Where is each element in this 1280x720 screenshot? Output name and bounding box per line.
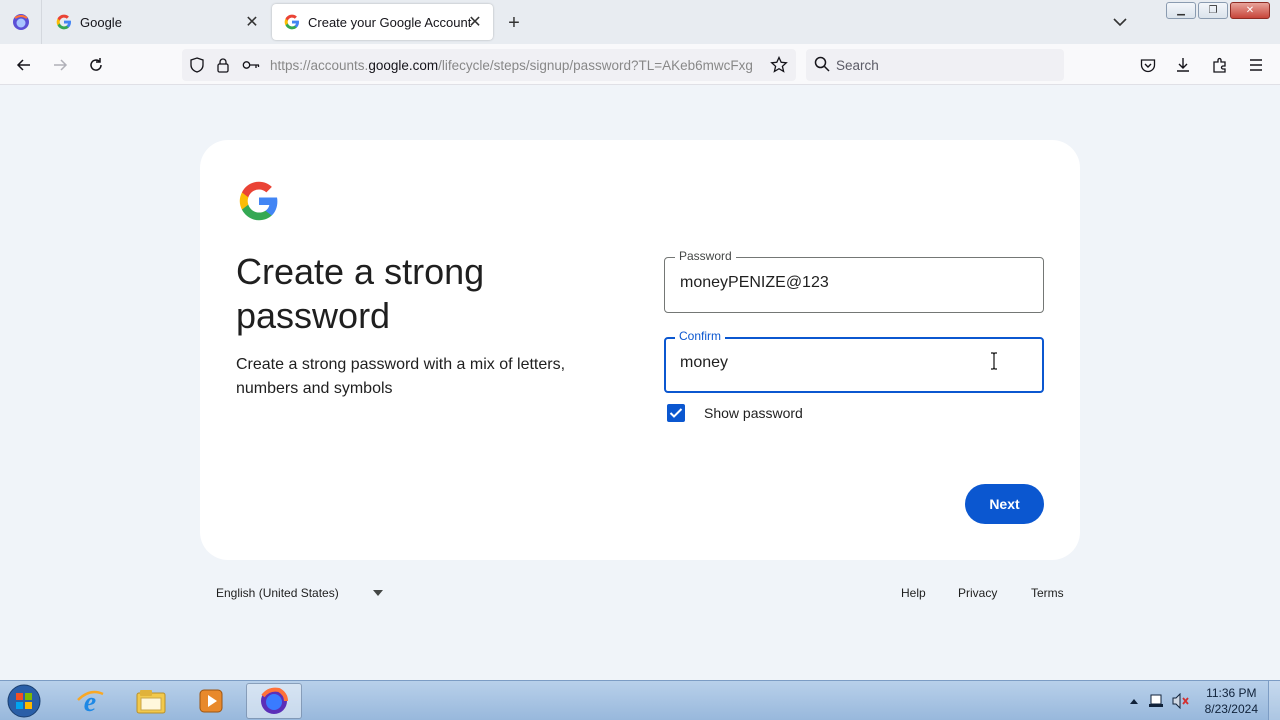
- list-all-tabs-icon[interactable]: [1110, 12, 1130, 32]
- downloads-icon[interactable]: [1170, 52, 1196, 78]
- reload-icon[interactable]: [83, 52, 109, 78]
- text-cursor-icon: [991, 352, 997, 370]
- start-button[interactable]: [4, 683, 44, 719]
- password-input[interactable]: [680, 274, 1020, 292]
- next-button[interactable]: Next: [965, 484, 1044, 524]
- confirm-input[interactable]: [680, 354, 1020, 372]
- clock-time: 11:36 PM: [1206, 686, 1257, 700]
- internet-explorer-icon[interactable]: e: [62, 683, 118, 719]
- tab-google[interactable]: Google ✕: [44, 4, 270, 40]
- confirm-field[interactable]: Confirm: [664, 329, 1044, 393]
- show-hidden-icons-icon[interactable]: [1130, 698, 1138, 704]
- close-tab-icon[interactable]: ✕: [465, 12, 485, 32]
- tab-title: Create your Google Account: [308, 14, 472, 30]
- extensions-icon[interactable]: [1207, 52, 1233, 78]
- minimize-icon[interactable]: ▁: [1166, 2, 1196, 19]
- taskbar: e 11:36 PM 8/23/2024: [0, 680, 1280, 720]
- tab-strip: Google ✕ Create your Google Account ✕ + …: [0, 0, 1280, 44]
- privacy-link[interactable]: Privacy: [958, 586, 997, 600]
- new-tab-icon[interactable]: +: [503, 12, 525, 34]
- google-favicon-icon: [284, 14, 299, 30]
- password-field[interactable]: Password: [664, 249, 1044, 313]
- file-explorer-icon[interactable]: [123, 683, 179, 719]
- lock-icon[interactable]: [214, 56, 232, 74]
- password-label: Password: [675, 249, 736, 263]
- pocket-icon[interactable]: [1135, 52, 1161, 78]
- caret-down-icon[interactable]: [373, 590, 383, 596]
- search-icon: [814, 56, 830, 72]
- clock-date: 8/23/2024: [1204, 702, 1258, 716]
- search-placeholder: Search: [836, 58, 879, 73]
- url-bar[interactable]: https://accounts.google.com/lifecycle/st…: [182, 49, 796, 81]
- firefox-taskbar-icon[interactable]: [246, 683, 302, 719]
- navigation-bar: https://accounts.google.com/lifecycle/st…: [0, 44, 1280, 85]
- confirm-label: Confirm: [675, 329, 726, 343]
- show-password-label[interactable]: Show password: [704, 405, 803, 421]
- google-logo-icon: [239, 181, 278, 221]
- tracking-protection-shield-icon[interactable]: [188, 56, 206, 74]
- bookmark-star-icon[interactable]: [766, 52, 792, 78]
- window-controls: ▁ ❐ ✕: [1166, 2, 1270, 19]
- system-clock[interactable]: 11:36 PM 8/23/2024: [1205, 685, 1258, 717]
- tab-create-account[interactable]: Create your Google Account ✕: [272, 4, 493, 40]
- hamburger-menu-icon[interactable]: [1243, 52, 1269, 78]
- language-selector[interactable]: English (United States): [216, 586, 339, 600]
- show-desktop-button[interactable]: [1268, 681, 1280, 720]
- checkmark-icon: [669, 408, 683, 418]
- page-subtitle: Create a strong password with a mix of l…: [236, 356, 566, 397]
- search-input[interactable]: Search: [806, 49, 1064, 81]
- firefox-view-icon[interactable]: [0, 0, 42, 44]
- action-center-icon[interactable]: [1148, 693, 1164, 709]
- page-title: Create a strong password: [236, 251, 485, 336]
- close-window-icon[interactable]: ✕: [1230, 2, 1270, 19]
- restore-icon[interactable]: ❐: [1198, 2, 1228, 19]
- forward-icon[interactable]: [47, 52, 73, 78]
- back-icon[interactable]: [11, 52, 37, 78]
- windows-logo-icon: [7, 684, 41, 718]
- help-link[interactable]: Help: [901, 586, 926, 600]
- terms-link[interactable]: Terms: [1031, 586, 1064, 600]
- volume-muted-icon[interactable]: [1172, 693, 1190, 709]
- media-player-icon[interactable]: [183, 683, 239, 719]
- key-icon[interactable]: [242, 56, 260, 74]
- close-tab-icon[interactable]: ✕: [242, 12, 262, 32]
- system-tray: 11:36 PM 8/23/2024: [1120, 681, 1280, 720]
- signup-card: Create a strong password Create a strong…: [200, 140, 1080, 560]
- google-favicon-icon: [56, 14, 71, 30]
- url-text[interactable]: https://accounts.google.com/lifecycle/st…: [270, 58, 760, 73]
- tab-title: Google: [80, 14, 122, 30]
- show-password-checkbox[interactable]: [667, 404, 685, 422]
